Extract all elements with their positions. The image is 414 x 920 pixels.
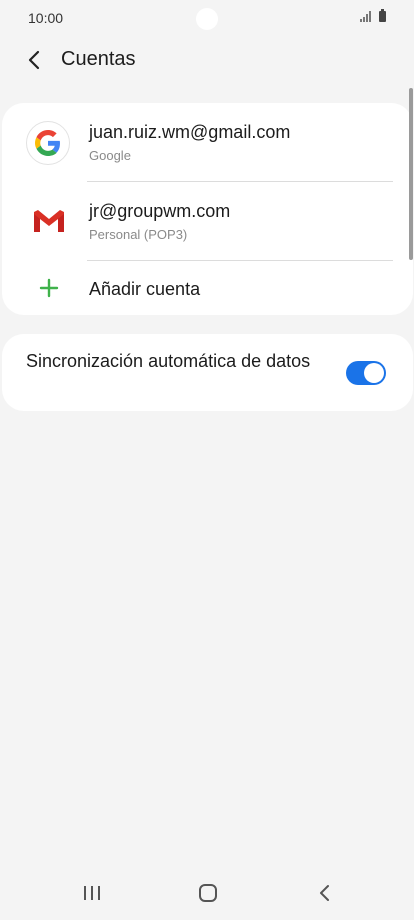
google-icon xyxy=(26,121,70,165)
auto-sync-toggle[interactable] xyxy=(346,361,386,385)
status-icons xyxy=(360,9,386,22)
account-type: Google xyxy=(89,148,131,163)
front-camera xyxy=(196,8,218,30)
account-type: Personal (POP3) xyxy=(89,227,188,242)
nav-back-button[interactable] xyxy=(306,878,342,908)
add-account-label: Añadir cuenta xyxy=(89,279,201,299)
gmail-icon xyxy=(32,208,66,234)
status-bar: 10:00 xyxy=(0,0,414,36)
add-account-button[interactable] xyxy=(2,261,413,315)
account-email: juan.ruiz.wm@gmail.com xyxy=(89,122,291,142)
back-button[interactable] xyxy=(18,44,50,76)
scrollbar[interactable] xyxy=(409,88,413,260)
toggle-knob xyxy=(364,363,384,383)
plus-icon xyxy=(38,277,60,299)
page-title: Cuentas xyxy=(61,48,136,70)
battery-icon xyxy=(379,9,386,22)
auto-sync-label: Sincronización automática de datos xyxy=(26,351,311,371)
recents-icon xyxy=(84,886,100,900)
app-header: Cuentas xyxy=(0,38,414,82)
back-icon xyxy=(320,885,329,901)
recents-button[interactable] xyxy=(74,878,110,908)
home-button[interactable] xyxy=(190,878,226,908)
chevron-left-icon xyxy=(28,50,40,70)
accounts-card: juan.ruiz.wm@gmail.com Google jr@groupwm… xyxy=(2,103,413,315)
navigation-bar xyxy=(0,866,414,920)
home-icon xyxy=(199,884,217,902)
status-time: 10:00 xyxy=(28,10,64,26)
account-email: jr@groupwm.com xyxy=(89,201,231,221)
auto-sync-card[interactable]: Sincronización automática de datos xyxy=(2,334,413,411)
signal-icon xyxy=(360,11,371,22)
